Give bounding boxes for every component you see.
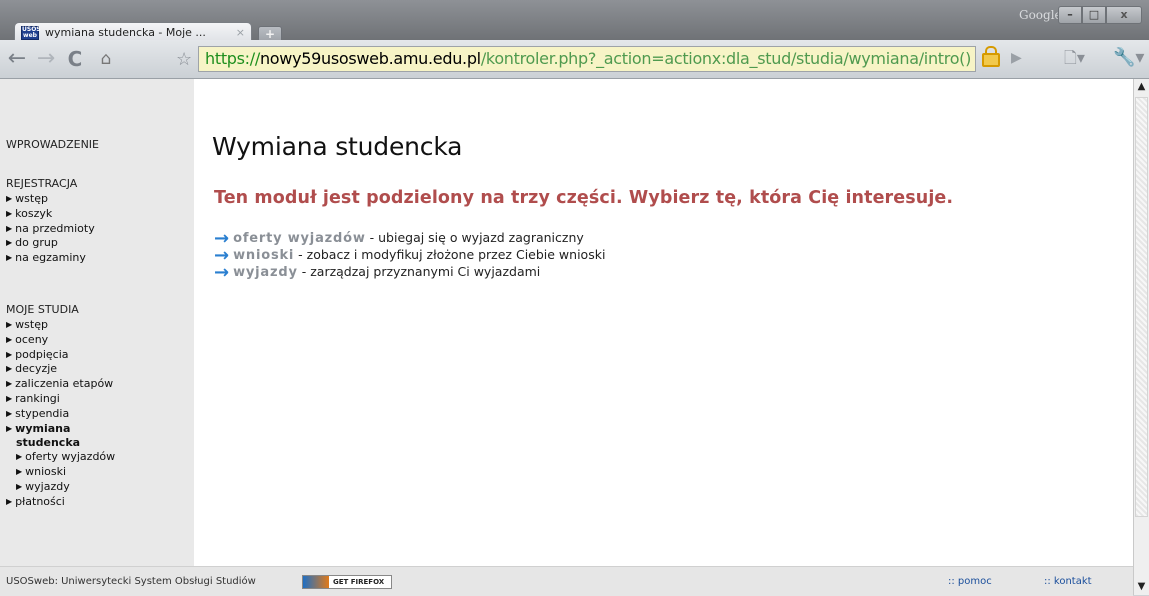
- sidebar-item-reg-groups[interactable]: ▶ do grup: [6, 236, 95, 251]
- page-footer: USOSweb: Uniwersytecki System Obsługi St…: [0, 566, 1133, 596]
- triangle-right-icon: ▶: [16, 466, 23, 476]
- sidebar-item-exchange-cont[interactable]: studencka: [6, 436, 115, 450]
- page-title: Wymiana studencka: [212, 132, 463, 161]
- back-arrow-icon[interactable]: ←: [4, 47, 30, 71]
- option-trips: → wyjazdy - zarządzaj przyznanymi Ci wyja…: [214, 260, 541, 283]
- usos-favicon-icon: USOS web: [21, 25, 41, 40]
- sidebar-item-reg-exams[interactable]: ▶ na egzaminy: [6, 251, 95, 266]
- sidebar-section-studies: MOJE STUDIA ▶ wstęp ▶ oceny ▶ podpięcia ▶ de…: [6, 303, 115, 509]
- sidebar-item-scholarships[interactable]: ▶ stypendia: [6, 407, 115, 422]
- triangle-right-icon: ▶: [6, 408, 13, 418]
- browser-tab[interactable]: USOS web wymiana studencka - Moje ... ×: [14, 22, 252, 42]
- sidebar-menu: WPROWADZENIE REJESTRACJA ▶ wstęp ▶ koszyk …: [0, 79, 194, 566]
- scroll-thumb[interactable]: [1135, 97, 1148, 517]
- lead-text: Ten moduł jest podzielony na trzy części…: [214, 188, 954, 208]
- tab-title: wymiana studencka - Moje ...: [45, 26, 206, 39]
- triangle-right-icon: ▶: [6, 320, 13, 329]
- home-icon[interactable]: ⌂: [93, 47, 119, 71]
- sidebar-item-stages[interactable]: ▶ zaliczenia etapów: [6, 377, 115, 392]
- url-scheme: https://: [205, 49, 260, 68]
- sidebar-item-intro[interactable]: WPROWADZENIE: [6, 138, 99, 151]
- sidebar-heading-studies[interactable]: MOJE STUDIA: [6, 303, 115, 316]
- sidebar-section-intro: WPROWADZENIE: [6, 138, 99, 153]
- browser-titlebar: USOS web wymiana studencka - Moje ... × …: [0, 0, 1149, 43]
- vertical-scrollbar[interactable]: ▲ ▼: [1133, 79, 1149, 595]
- triangle-right-icon: ▶: [6, 364, 13, 374]
- tab-close-icon[interactable]: ×: [236, 26, 245, 39]
- triangle-right-icon: ▶: [16, 452, 23, 462]
- page-body: WPROWADZENIE REJESTRACJA ▶ wstęp ▶ koszyk …: [0, 79, 1133, 566]
- get-firefox-label: GET FIREFOX: [333, 578, 385, 586]
- play-icon[interactable]: ▶: [1011, 50, 1022, 66]
- triangle-right-icon: ▶: [6, 223, 13, 233]
- footer-contact-link[interactable]: :: kontakt: [1044, 576, 1092, 587]
- footer-help-link[interactable]: :: pomoc: [948, 576, 992, 587]
- sidebar-item-reg-intro[interactable]: ▶ wstęp: [6, 192, 95, 207]
- sidebar-item-links[interactable]: ▶ podpięcia: [6, 348, 115, 363]
- triangle-right-icon: ▶: [6, 496, 13, 506]
- close-window-button[interactable]: x: [1106, 6, 1142, 24]
- scroll-up-icon[interactable]: ▲: [1134, 79, 1149, 95]
- google-label: Google: [1019, 8, 1062, 22]
- wrench-menu-icon[interactable]: 🔧▾: [1113, 47, 1144, 68]
- triangle-right-icon: ▶: [16, 481, 23, 491]
- lock-icon[interactable]: [982, 46, 1000, 67]
- sidebar-heading-registration[interactable]: REJESTRACJA: [6, 177, 95, 190]
- sidebar-item-rankings[interactable]: ▶ rankingi: [6, 392, 115, 407]
- forward-arrow-icon[interactable]: →: [33, 47, 59, 71]
- triangle-right-icon: ▶: [6, 253, 13, 263]
- triangle-right-icon: ▶: [6, 194, 13, 203]
- get-firefox-badge[interactable]: GET FIREFOX: [302, 575, 392, 589]
- sidebar-subitem-offers[interactable]: ▶ oferty wyjazdów: [6, 450, 115, 465]
- sidebar-item-studies-intro[interactable]: ▶ wstęp: [6, 318, 115, 333]
- sidebar-item-exchange[interactable]: ▶ wymiana: [6, 422, 115, 437]
- sidebar-item-payments[interactable]: ▶ płatności: [6, 495, 115, 510]
- url-host: nowy59usosweb.amu.edu.pl: [259, 49, 481, 68]
- triangle-right-icon: ▶: [6, 393, 13, 403]
- sidebar-subitem-applications[interactable]: ▶ wnioski: [6, 465, 115, 480]
- triangle-right-icon: ▶: [6, 238, 13, 248]
- firefox-logo-icon: [303, 576, 329, 588]
- browser-toolbar: ← → C ⌂ ☆ https://nowy59usosweb.amu.edu.…: [0, 40, 1149, 79]
- scroll-down-icon[interactable]: ▼: [1134, 579, 1149, 595]
- arrow-right-icon: →: [214, 262, 230, 283]
- triangle-right-icon: ▶: [6, 379, 13, 389]
- triangle-right-icon: ▶: [6, 349, 13, 359]
- address-bar[interactable]: https://nowy59usosweb.amu.edu.pl/kontrol…: [198, 46, 976, 72]
- sidebar-subitem-trips[interactable]: ▶ wyjazdy: [6, 480, 115, 495]
- page-viewport: WPROWADZENIE REJESTRACJA ▶ wstęp ▶ koszyk …: [0, 79, 1133, 596]
- triangle-right-icon: ▶: [6, 423, 13, 433]
- minimize-button[interactable]: –: [1058, 6, 1082, 24]
- bookmark-star-icon[interactable]: ☆: [176, 49, 192, 70]
- sidebar-item-reg-cart[interactable]: ▶ koszyk: [6, 207, 95, 222]
- reload-icon[interactable]: C: [62, 47, 88, 71]
- sidebar-item-reg-courses[interactable]: ▶ na przedmioty: [6, 222, 95, 237]
- triangle-right-icon: ▶: [6, 334, 13, 344]
- option-trips-desc: - zarządzaj przyznanymi Ci wyjazdami: [297, 264, 541, 279]
- url-path: /kontroler.php?_action=actionx:dla_stud/…: [480, 49, 972, 68]
- footer-text: USOSweb: Uniwersytecki System Obsługi St…: [6, 576, 256, 587]
- sidebar-item-grades[interactable]: ▶ oceny: [6, 333, 115, 348]
- sidebar-section-registration: REJESTRACJA ▶ wstęp ▶ koszyk ▶ na przedmiot…: [6, 177, 95, 266]
- page-menu-icon[interactable]: 🗋▾: [1064, 47, 1085, 74]
- sidebar-item-decisions[interactable]: ▶ decyzje: [6, 362, 115, 377]
- maximize-button[interactable]: □: [1082, 6, 1106, 24]
- link-trips[interactable]: wyjazdy: [233, 265, 298, 280]
- triangle-right-icon: ▶: [6, 208, 13, 218]
